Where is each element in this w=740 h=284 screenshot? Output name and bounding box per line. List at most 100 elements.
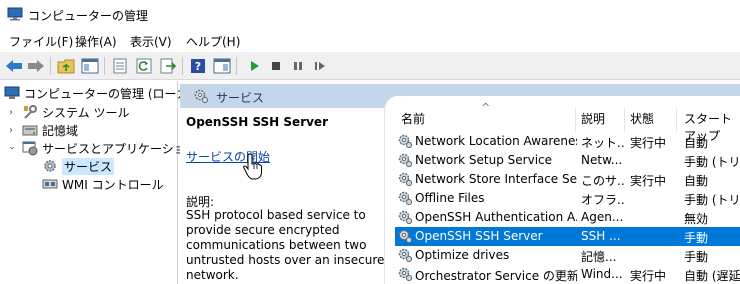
service-gear-icon: [398, 248, 413, 263]
extended-view-panel: OpenSSH SSH Server サービスの開始 説明: SSH proto…: [180, 108, 384, 284]
computer-management-icon: [4, 86, 20, 99]
tree-item-services[interactable]: サービス: [42, 157, 115, 175]
service-name: Orchestrator Service の更新: [415, 269, 577, 283]
service-row[interactable]: Network Location Awareness ネット... 実行中 自動: [395, 132, 740, 151]
pause-service-icon[interactable]: [288, 56, 308, 76]
tree-item-label: 記憶域: [42, 123, 79, 138]
service-description-short: Wind...: [581, 267, 623, 281]
sort-ascending-icon: ^: [481, 101, 491, 114]
tree-item-storage[interactable]: 記憶域: [22, 121, 78, 139]
service-startup-type: 手動: [684, 231, 709, 245]
menu-help[interactable]: ヘルプ(H): [186, 33, 240, 50]
forward-arrow-icon[interactable]: [26, 56, 46, 76]
window-title: コンピューターの管理: [28, 9, 149, 23]
service-startup-type: 自動 (遅延: [684, 269, 740, 283]
help-icon[interactable]: ?: [188, 56, 208, 76]
service-startup-type: 手動: [684, 250, 709, 264]
service-gear-icon: [398, 210, 413, 225]
service-row[interactable]: Network Store Interface Ser... このサ... 実行中 自…: [395, 170, 740, 189]
service-name: Network Location Awareness: [415, 134, 577, 148]
tree-item-label: システム ツール: [42, 105, 130, 120]
tree-item-label: WMI コントロール: [62, 177, 164, 192]
service-description-short: 記憶...: [581, 250, 617, 264]
tree-item-label: サービス: [62, 157, 115, 175]
toolbar: ?: [0, 52, 740, 80]
start-service-icon[interactable]: [244, 56, 264, 76]
service-description-short: Agen...: [581, 210, 624, 224]
computer-management-icon: [7, 7, 23, 21]
tree-item-system-tools[interactable]: システム ツール: [22, 103, 129, 121]
service-gear-icon: [398, 134, 413, 149]
services-gear-icon: [44, 160, 56, 172]
service-gear-icon: [398, 191, 413, 206]
service-gear-icon: [398, 153, 413, 168]
service-description-short: このサ...: [581, 174, 625, 188]
service-row[interactable]: Network Setup Service Netw... 手動 (トリ: [395, 151, 740, 170]
service-name: Optimize drives: [415, 248, 510, 262]
export-list-icon[interactable]: [158, 56, 178, 76]
column-header-name[interactable]: 名前: [397, 110, 425, 132]
service-description-short: ネット...: [581, 136, 625, 150]
wmi-control-icon: [42, 179, 58, 189]
refresh-icon[interactable]: [134, 56, 154, 76]
services-gear-icon: [194, 89, 208, 103]
service-startup-type: 手動 (トリ: [684, 155, 740, 169]
service-name: Network Store Interface Ser...: [415, 172, 577, 186]
service-startup-type: 手動 (トリ: [684, 193, 740, 207]
service-startup-type: 自動: [684, 136, 709, 150]
column-header-startup[interactable]: スタートアップ: [680, 110, 740, 143]
tree-item-label: サービスとアプリケーション: [42, 141, 198, 156]
action-pane-icon[interactable]: [212, 56, 232, 76]
system-tools-icon: [24, 105, 37, 119]
services-apps-icon: [22, 141, 38, 156]
service-gear-icon: [398, 267, 413, 282]
tree-item-wmi-control[interactable]: WMI コントロール: [42, 175, 164, 193]
service-status: 実行中: [630, 174, 667, 188]
back-arrow-icon[interactable]: [4, 56, 24, 76]
column-header-status[interactable]: 状態: [626, 110, 654, 132]
service-row[interactable]: Optimize drives 記憶... 手動: [395, 246, 740, 265]
menu-file[interactable]: ファイル(F): [9, 33, 73, 50]
menu-bar: ファイル(F) 操作(A) 表示(V) ヘルプ(H): [0, 30, 740, 52]
service-row[interactable]: OpenSSH Authentication A... Agen... 無効: [395, 208, 740, 227]
service-gear-icon: [398, 229, 413, 244]
service-row[interactable]: Orchestrator Service の更新 Wind... 実行中 自動 (遅延: [395, 265, 740, 284]
menu-view[interactable]: 表示(V): [130, 33, 172, 50]
menu-action[interactable]: 操作(A): [75, 33, 117, 50]
service-startup-type: 無効: [684, 212, 709, 226]
service-row[interactable]: OpenSSH SSH Server SSH ... 手動: [395, 227, 740, 246]
service-description-short: Netw...: [581, 153, 623, 167]
service-name: OpenSSH SSH Server: [415, 229, 543, 243]
title-bar: コンピューターの管理: [0, 0, 740, 30]
hand-cursor-icon: [243, 154, 262, 180]
selected-service-name: OpenSSH SSH Server: [186, 115, 328, 129]
chevron-right-icon[interactable]: ›: [6, 108, 16, 118]
console-tree-icon[interactable]: [80, 56, 100, 76]
service-description-short: オフラ...: [581, 193, 625, 207]
service-name: Offline Files: [415, 191, 485, 205]
service-startup-type: 自動: [684, 174, 709, 188]
chevron-right-icon[interactable]: ›: [6, 126, 16, 136]
service-name: OpenSSH Authentication A...: [415, 210, 577, 224]
restart-service-icon[interactable]: [310, 56, 330, 76]
service-name: Network Setup Service: [415, 153, 553, 167]
chevron-down-icon[interactable]: ›: [6, 143, 17, 153]
properties-icon[interactable]: [110, 56, 130, 76]
service-description: SSH protocol based service to provide se…: [186, 208, 385, 282]
pane-title: サービス: [216, 91, 265, 105]
service-row[interactable]: Offline Files オフラ... 手動 (トリ: [395, 189, 740, 208]
svg-text:?: ?: [195, 60, 201, 73]
tree-root[interactable]: コンピューターの管理 (ローカル): [4, 84, 205, 102]
tree-root-label: コンピューターの管理 (ローカル): [24, 86, 206, 101]
folder-up-icon[interactable]: [56, 56, 76, 76]
tree-item-services-and-apps[interactable]: サービスとアプリケーション: [22, 139, 198, 157]
services-list: ^ 名前 説明 状態 スタートアップ Network Location Awar…: [384, 96, 740, 284]
navigation-tree: コンピューターの管理 (ローカル) › システム ツール › 記憶域 › サービ…: [0, 81, 205, 284]
service-status: 実行中: [630, 269, 667, 283]
service-gear-icon: [398, 172, 413, 187]
service-description-short: SSH ...: [581, 229, 621, 243]
stop-service-icon[interactable]: [266, 56, 286, 76]
storage-icon: [22, 125, 38, 136]
column-header-description[interactable]: 説明: [577, 110, 605, 132]
service-status: 実行中: [630, 136, 667, 150]
